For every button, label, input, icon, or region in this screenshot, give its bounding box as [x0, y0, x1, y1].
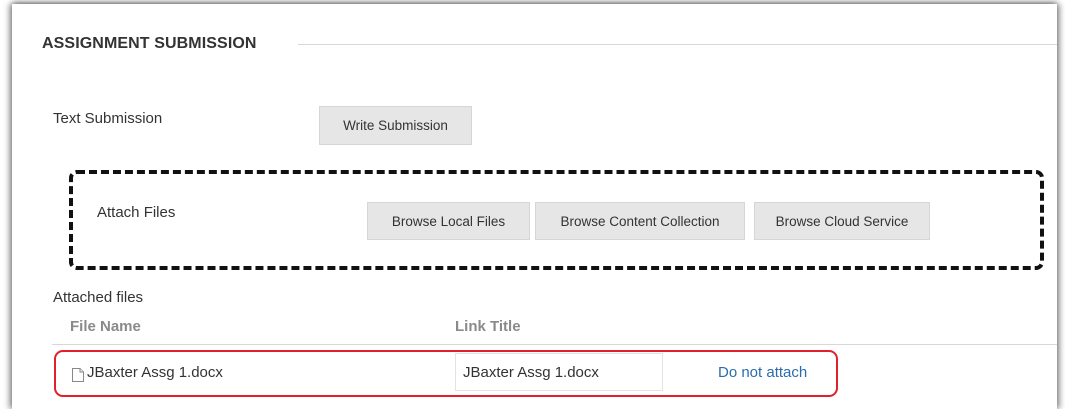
- attach-files-label: Attach Files: [97, 204, 176, 221]
- browse-cloud-service-button[interactable]: Browse Cloud Service: [754, 202, 930, 240]
- do-not-attach-link[interactable]: Do not attach: [718, 364, 807, 381]
- assignment-submission-panel: ASSIGNMENT SUBMISSION Text Submission Wr…: [12, 4, 1057, 409]
- column-header-file-name: File Name: [70, 318, 141, 335]
- browse-local-files-button[interactable]: Browse Local Files: [367, 202, 530, 240]
- link-title-input[interactable]: [455, 353, 663, 391]
- document-icon: [72, 368, 84, 382]
- write-submission-button[interactable]: Write Submission: [319, 106, 472, 145]
- table-header-divider: [52, 344, 1057, 345]
- text-submission-label: Text Submission: [53, 110, 163, 127]
- attached-files-label: Attached files: [53, 289, 144, 306]
- attached-file-name: JBaxter Assg 1.docx: [87, 364, 223, 381]
- section-title: ASSIGNMENT SUBMISSION: [42, 35, 257, 52]
- browse-content-collection-button[interactable]: Browse Content Collection: [535, 202, 745, 240]
- section-divider: [298, 44, 1057, 45]
- column-header-link-title: Link Title: [455, 318, 521, 335]
